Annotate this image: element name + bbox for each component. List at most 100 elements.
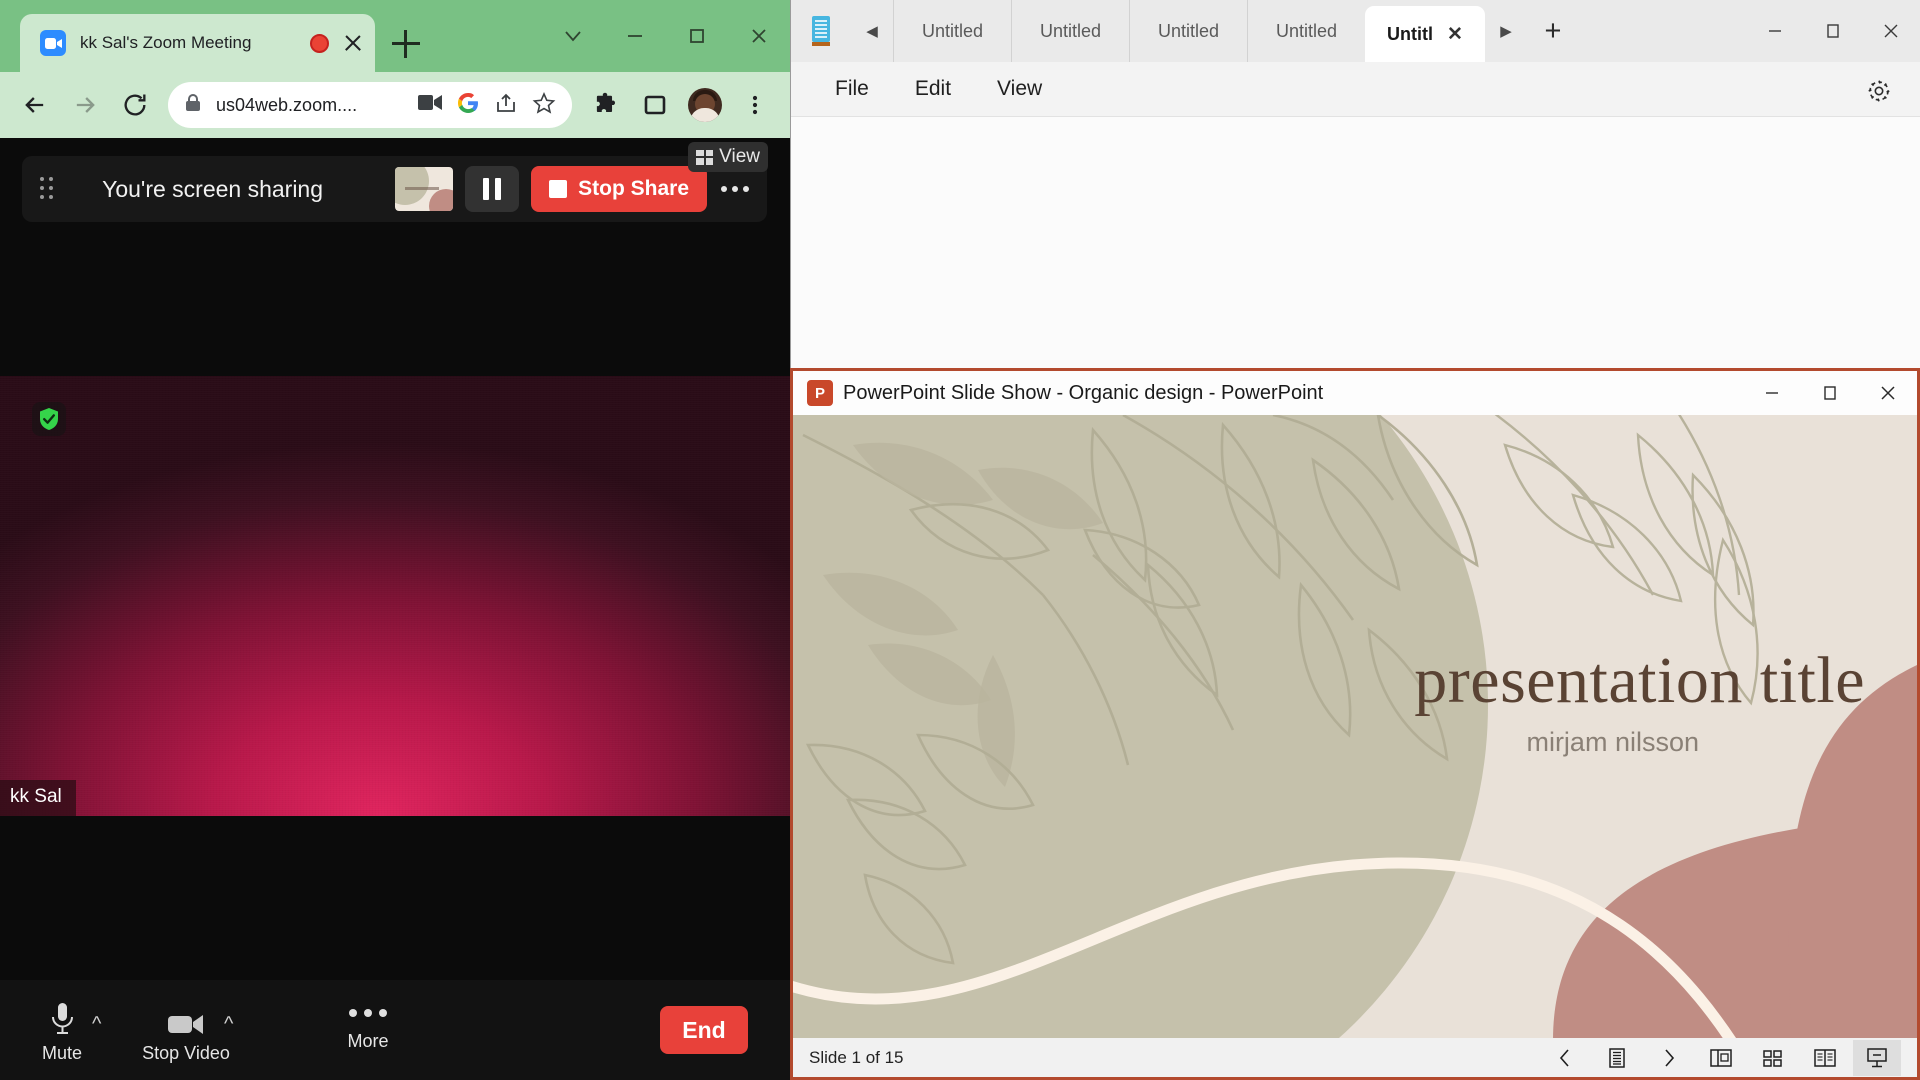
powerpoint-status-bar: Slide 1 of 15 <box>793 1038 1917 1077</box>
share-status-text: You're screen sharing <box>30 176 395 203</box>
notepad-tab-1[interactable]: Untitled <box>893 0 1011 62</box>
maximize-icon[interactable] <box>1801 371 1859 415</box>
slideshow-icon[interactable] <box>1853 1040 1901 1076</box>
powerpoint-title-bar: P PowerPoint Slide Show - Organic design… <box>793 371 1917 415</box>
close-icon[interactable] <box>341 31 365 55</box>
minimize-icon[interactable] <box>1746 0 1804 62</box>
end-meeting-button[interactable]: End <box>660 1006 748 1054</box>
more-button[interactable]: More <box>288 1009 448 1052</box>
scroll-left-arrow-icon[interactable]: ◀ <box>851 0 893 62</box>
chevron-up-icon[interactable]: ^ <box>92 1013 101 1036</box>
view-button[interactable]: View <box>688 142 768 172</box>
slide-canvas[interactable]: presentation title mirjam nilsson <box>793 415 1917 1040</box>
slide-navigation-controls <box>1541 1040 1901 1076</box>
participant-name-label: kk Sal <box>0 780 76 816</box>
notepad-icon <box>791 0 851 62</box>
notepad-tab-label: Untitled <box>1040 21 1101 42</box>
notepad-tab-label: Untitled <box>1276 21 1337 42</box>
google-icon[interactable] <box>456 91 480 120</box>
scroll-right-arrow-icon[interactable]: ▶ <box>1485 0 1527 62</box>
view-label: View <box>719 146 760 168</box>
star-icon[interactable] <box>532 91 556 120</box>
participant-video-tile[interactable]: kk Sal <box>0 376 790 816</box>
more-label: More <box>347 1031 388 1052</box>
new-tab-button[interactable] <box>392 30 420 58</box>
browser-tab-strip: kk Sal's Zoom Meeting <box>0 0 790 72</box>
new-tab-button[interactable]: + <box>1527 0 1579 62</box>
share-more-options-button[interactable] <box>721 186 749 192</box>
camera-icon[interactable] <box>418 94 442 116</box>
address-bar[interactable]: us04web.zoom.... <box>168 82 572 128</box>
notepad-tab-strip: ◀ Untitled Untitled Untitled Untitled Un… <box>791 0 1920 62</box>
forward-arrow-icon[interactable] <box>62 82 108 128</box>
lock-icon <box>184 93 202 118</box>
previous-slide-icon[interactable] <box>1541 1040 1589 1076</box>
powerpoint-icon: P <box>807 380 833 406</box>
mute-button[interactable]: Mute ^ <box>0 997 124 1064</box>
three-dots-vertical-icon[interactable] <box>732 82 778 128</box>
shared-slide-thumbnail[interactable] <box>395 167 453 211</box>
zoom-meeting-stage: You're screen sharing Stop Share View <box>0 138 790 1080</box>
pause-share-button[interactable] <box>465 166 519 212</box>
menu-file[interactable]: File <box>817 71 887 107</box>
avatar[interactable] <box>682 82 728 128</box>
stop-video-button[interactable]: Stop Video ^ <box>124 997 248 1064</box>
notepad-tab-3[interactable]: Untitled <box>1129 0 1247 62</box>
stop-share-button[interactable]: Stop Share <box>531 166 707 212</box>
notepad-text-area[interactable] <box>791 116 1920 372</box>
notepad-window: ◀ Untitled Untitled Untitled Untitled Un… <box>790 0 1920 372</box>
notepad-window-controls <box>1746 0 1920 62</box>
close-icon[interactable] <box>1859 371 1917 415</box>
powerpoint-window-controls <box>1743 371 1917 415</box>
gear-icon[interactable] <box>1862 74 1896 108</box>
notepad-tab-4[interactable]: Untitled <box>1247 0 1365 62</box>
desktop-screen: kk Sal's Zoom Meeting <box>0 0 1920 1080</box>
browser-tab-zoom-meeting[interactable]: kk Sal's Zoom Meeting <box>20 14 375 72</box>
chevron-up-icon[interactable]: ^ <box>224 1013 233 1036</box>
back-arrow-icon[interactable] <box>12 82 58 128</box>
shield-check-icon[interactable] <box>32 402 66 436</box>
maximize-icon[interactable] <box>666 0 728 72</box>
three-dots-icon <box>349 1009 387 1017</box>
notepad-tab-2[interactable]: Untitled <box>1011 0 1129 62</box>
notepad-tab-label: Untitled <box>1158 21 1219 42</box>
mute-label: Mute <box>42 1043 82 1064</box>
stop-share-label: Stop Share <box>578 177 689 201</box>
notepad-tab-label: Untitl <box>1387 24 1433 45</box>
notepad-tab-5-active[interactable]: Untitl ✕ <box>1365 6 1485 62</box>
browser-toolbar: us04web.zoom.... <box>0 72 790 138</box>
url-text: us04web.zoom.... <box>216 95 404 116</box>
close-icon[interactable] <box>728 0 790 72</box>
share-icon[interactable] <box>494 91 518 120</box>
close-icon[interactable] <box>1862 0 1920 62</box>
powerpoint-slideshow-window: P PowerPoint Slide Show - Organic design… <box>790 368 1920 1080</box>
notepad-tab-label: Untitled <box>922 21 983 42</box>
chevron-down-icon[interactable] <box>542 0 604 72</box>
video-camera-icon <box>167 997 205 1037</box>
minimize-icon[interactable] <box>604 0 666 72</box>
reload-icon[interactable] <box>112 82 158 128</box>
screen-share-bar: You're screen sharing Stop Share <box>22 156 767 222</box>
video-noise-overlay <box>0 376 790 816</box>
browser-window-controls <box>542 0 790 72</box>
recording-dot-icon <box>310 34 329 53</box>
reading-view-icon[interactable] <box>1801 1040 1849 1076</box>
slide-menu-icon[interactable] <box>1593 1040 1641 1076</box>
close-icon[interactable]: ✕ <box>1447 23 1463 46</box>
zoom-controls-bar: Mute ^ Stop Video ^ More End <box>0 980 790 1080</box>
normal-view-icon[interactable] <box>1697 1040 1745 1076</box>
stop-icon <box>549 180 567 198</box>
puzzle-icon[interactable] <box>582 82 628 128</box>
slide-subtitle: mirjam nilsson <box>793 727 1699 758</box>
slide-counter: Slide 1 of 15 <box>809 1048 904 1068</box>
slide-sorter-icon[interactable] <box>1749 1040 1797 1076</box>
menu-view[interactable]: View <box>979 71 1060 107</box>
notepad-menu-bar: File Edit View <box>791 62 1920 116</box>
browser-tab-title: kk Sal's Zoom Meeting <box>80 33 310 53</box>
menu-edit[interactable]: Edit <box>897 71 969 107</box>
maximize-icon[interactable] <box>1804 0 1862 62</box>
next-slide-icon[interactable] <box>1645 1040 1693 1076</box>
minimize-icon[interactable] <box>1743 371 1801 415</box>
grid-view-icon <box>696 150 713 165</box>
side-panel-icon[interactable] <box>632 82 678 128</box>
